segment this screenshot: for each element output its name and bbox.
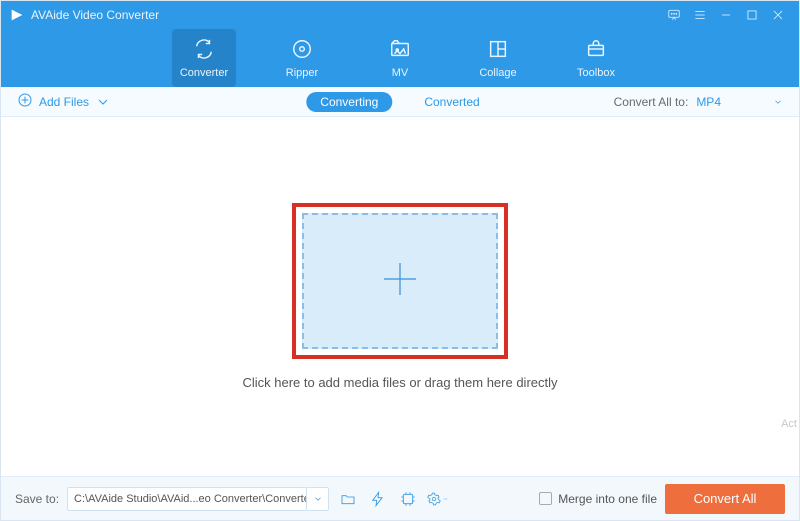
saveto-label: Save to: <box>15 492 59 506</box>
feedback-icon[interactable] <box>661 2 687 28</box>
close-button[interactable] <box>765 2 791 28</box>
settings-button[interactable] <box>427 488 449 510</box>
maximize-button[interactable] <box>739 2 765 28</box>
chevron-down-icon <box>773 97 783 107</box>
add-files-label: Add Files <box>39 95 89 109</box>
open-folder-button[interactable] <box>337 488 359 510</box>
watermark-text: Act <box>781 418 797 430</box>
chevron-down-icon <box>95 94 111 110</box>
app-logo-icon <box>9 7 25 23</box>
saveto-path-field[interactable]: C:\AVAide Studio\AVAid...eo Converter\Co… <box>67 487 307 511</box>
subtab-converting[interactable]: Converting <box>306 92 392 112</box>
converter-icon <box>193 38 215 63</box>
merge-into-one-checkbox[interactable]: Merge into one file <box>539 492 657 506</box>
collage-icon <box>487 38 509 63</box>
add-files-button[interactable]: Add Files <box>17 92 111 111</box>
add-media-dropzone[interactable] <box>302 213 498 349</box>
convert-all-button-label: Convert All <box>694 491 757 506</box>
gpu-accel-toggle[interactable] <box>397 488 419 510</box>
convert-all-format-dropdown[interactable]: Convert All to: MP4 <box>614 95 783 109</box>
convert-all-value: MP4 <box>696 95 721 109</box>
subtab-label: Converted <box>424 95 479 109</box>
app-title: AVAide Video Converter <box>31 8 159 22</box>
convert-all-label: Convert All to: <box>614 95 689 109</box>
bottom-bar: Save to: C:\AVAide Studio\AVAid...eo Con… <box>1 476 799 520</box>
subtab-group: Converting Converted <box>306 92 493 112</box>
subtab-converted[interactable]: Converted <box>410 92 493 112</box>
convert-all-button[interactable]: Convert All <box>665 484 785 514</box>
nav-label: Toolbox <box>577 67 615 79</box>
checkbox-icon <box>539 492 552 505</box>
high-speed-toggle[interactable] <box>367 488 389 510</box>
chevron-down-icon <box>442 495 449 503</box>
nav-label: Ripper <box>286 67 318 79</box>
main-nav: Converter Ripper MV Collage Toolbox <box>1 29 799 87</box>
minimize-button[interactable] <box>713 2 739 28</box>
saveto-path-value: C:\AVAide Studio\AVAid...eo Converter\Co… <box>74 493 307 505</box>
dropzone-highlight-frame <box>292 203 508 359</box>
subtab-label: Converting <box>320 95 378 109</box>
nav-tab-collage[interactable]: Collage <box>466 29 530 87</box>
menu-icon[interactable] <box>687 2 713 28</box>
nav-label: MV <box>392 67 409 79</box>
nav-label: Converter <box>180 67 228 79</box>
toolbox-icon <box>585 38 607 63</box>
nav-tab-toolbox[interactable]: Toolbox <box>564 29 628 87</box>
nav-tab-converter[interactable]: Converter <box>172 29 236 87</box>
nav-label: Collage <box>479 67 516 79</box>
plus-icon <box>380 259 420 304</box>
merge-label: Merge into one file <box>558 492 657 506</box>
chevron-down-icon <box>313 494 323 504</box>
ripper-icon <box>291 38 313 63</box>
titlebar: AVAide Video Converter <box>1 1 799 29</box>
toolbar: Add Files Converting Converted Convert A… <box>1 87 799 117</box>
mv-icon <box>389 38 411 63</box>
saveto-path-dropdown[interactable] <box>307 487 329 511</box>
nav-tab-ripper[interactable]: Ripper <box>270 29 334 87</box>
nav-tab-mv[interactable]: MV <box>368 29 432 87</box>
plus-circle-icon <box>17 92 33 111</box>
main-area: Click here to add media files or drag th… <box>1 117 799 476</box>
dropzone-hint: Click here to add media files or drag th… <box>242 375 557 390</box>
